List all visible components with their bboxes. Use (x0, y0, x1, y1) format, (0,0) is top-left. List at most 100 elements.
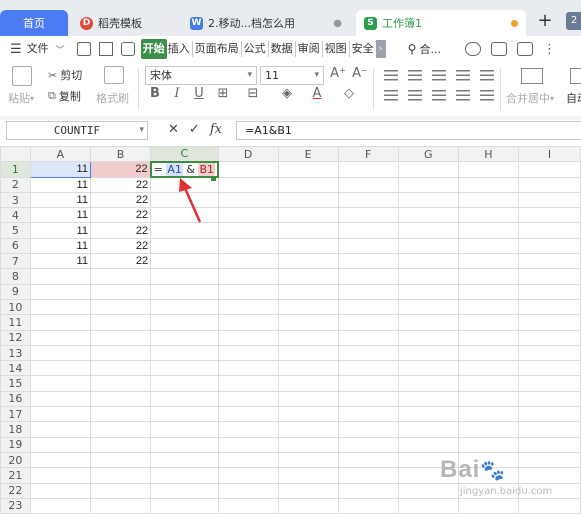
confirm-formula-icon[interactable]: ✓ (189, 122, 200, 137)
column-header-a[interactable]: A (29, 146, 91, 163)
font-size-select[interactable]: 11 ▾ (260, 66, 324, 85)
more-icon[interactable]: ⋮ (543, 42, 556, 57)
cell-d4[interactable] (217, 207, 279, 224)
row-header[interactable]: 8 (0, 268, 31, 285)
column-header-d[interactable]: D (217, 146, 279, 163)
cell-g10[interactable] (397, 298, 459, 316)
cell-e16[interactable] (277, 390, 339, 408)
cell-h12[interactable] (457, 329, 519, 346)
cell-e21[interactable] (277, 467, 339, 484)
cell-c5[interactable] (150, 222, 219, 239)
row-header[interactable]: 2 (0, 176, 31, 193)
user-avatar[interactable]: 2 (566, 12, 581, 30)
tab-page-layout[interactable]: 页面布局 (194, 39, 240, 59)
cell-b13[interactable] (89, 344, 152, 362)
align-right-icon[interactable] (432, 90, 446, 101)
cancel-formula-icon[interactable]: ✕ (168, 122, 179, 137)
cell-c23[interactable] (150, 497, 219, 514)
cell-f20[interactable] (337, 451, 399, 469)
column-header-f[interactable]: F (337, 146, 399, 163)
cell-g22[interactable] (397, 482, 459, 499)
cell-e12[interactable] (277, 329, 339, 346)
cell-e1[interactable] (277, 161, 339, 178)
row-header[interactable]: 17 (0, 406, 31, 423)
cell-h16[interactable] (457, 390, 519, 408)
cell-b19[interactable] (89, 436, 152, 453)
cell-b10[interactable] (89, 298, 152, 316)
cell-a11[interactable] (29, 314, 91, 331)
tab-formulas[interactable]: 公式 (243, 39, 267, 59)
cell-b1[interactable]: 22 (89, 161, 152, 178)
tab-document[interactable]: W 2.移动...档怎么用 ● (182, 10, 350, 36)
cell-d20[interactable] (217, 451, 279, 469)
cell-g7[interactable] (397, 253, 459, 270)
row-header[interactable]: 1 (0, 161, 31, 178)
new-tab-button[interactable]: + (536, 12, 554, 30)
chevron-down-icon[interactable]: ﹀ (56, 43, 65, 56)
cell-i11[interactable] (517, 314, 581, 331)
cell-c3[interactable] (150, 191, 219, 209)
cell-a10[interactable] (29, 298, 91, 316)
cell-h15[interactable] (457, 375, 519, 392)
format-painter-label[interactable]: 格式刷 (96, 90, 129, 106)
cell-g2[interactable] (397, 176, 459, 193)
cell-e20[interactable] (277, 451, 339, 469)
row-header[interactable]: 19 (0, 436, 31, 453)
cell-d15[interactable] (217, 375, 279, 392)
cell-b4[interactable]: 22 (89, 207, 152, 224)
cell-h13[interactable] (457, 344, 519, 362)
cell-d18[interactable] (217, 421, 279, 438)
cell-g1[interactable] (397, 161, 459, 178)
cell-i16[interactable] (517, 390, 581, 408)
row-header[interactable]: 11 (0, 314, 31, 331)
cell-b5[interactable]: 22 (89, 222, 152, 239)
cell-d5[interactable] (217, 222, 279, 239)
cell-e6[interactable] (277, 237, 339, 255)
cell-c9[interactable] (150, 283, 219, 300)
italic-icon[interactable]: I (168, 86, 186, 101)
justify-icon[interactable] (456, 90, 470, 101)
cell-g15[interactable] (397, 375, 459, 392)
cell-c16[interactable] (150, 390, 219, 408)
row-header[interactable]: 10 (0, 298, 31, 316)
cell-c18[interactable] (150, 421, 219, 438)
cell-d8[interactable] (217, 268, 279, 285)
cell-g4[interactable] (397, 207, 459, 224)
cell-e23[interactable] (277, 497, 339, 514)
merge-center-button[interactable]: 合并居中 ▾ (506, 90, 554, 106)
cell-g17[interactable] (397, 406, 459, 423)
cell-h6[interactable] (457, 237, 519, 255)
cell-f12[interactable] (337, 329, 399, 346)
tab-daoke-templates[interactable]: D 稻壳模板 (72, 10, 176, 36)
cell-g16[interactable] (397, 390, 459, 408)
cell-b8[interactable] (89, 268, 152, 285)
cell-a22[interactable] (29, 482, 91, 499)
row-header[interactable]: 13 (0, 344, 31, 362)
tab-home-ribbon[interactable]: 开始 (140, 39, 167, 59)
row-header[interactable]: 4 (0, 207, 31, 224)
cell-h19[interactable] (457, 436, 519, 453)
align-center-icon[interactable] (408, 90, 422, 101)
cell-b3[interactable]: 22 (89, 191, 152, 209)
cell-d11[interactable] (217, 314, 279, 331)
row-header[interactable]: 3 (0, 191, 31, 209)
cell-i9[interactable] (517, 283, 581, 300)
cell-e15[interactable] (277, 375, 339, 392)
row-header[interactable]: 21 (0, 467, 31, 484)
cell-e8[interactable] (277, 268, 339, 285)
cell-a18[interactable] (29, 421, 91, 438)
cell-a1[interactable]: 11 (29, 161, 91, 178)
cell-d2[interactable] (217, 176, 279, 193)
cell-h14[interactable] (457, 360, 519, 377)
cell-e19[interactable] (277, 436, 339, 453)
cell-f8[interactable] (337, 268, 399, 285)
font-color-icon[interactable]: A (308, 86, 326, 101)
cell-b12[interactable] (89, 329, 152, 346)
cell-c17[interactable] (150, 406, 219, 423)
column-header-b[interactable]: B (89, 146, 152, 163)
insert-function-icon[interactable]: fx (210, 122, 222, 137)
merge-center-icon[interactable] (521, 68, 543, 84)
cell-a7[interactable]: 11 (29, 253, 91, 270)
wrap-text-icon[interactable] (570, 68, 581, 84)
cell-b14[interactable] (89, 360, 152, 377)
